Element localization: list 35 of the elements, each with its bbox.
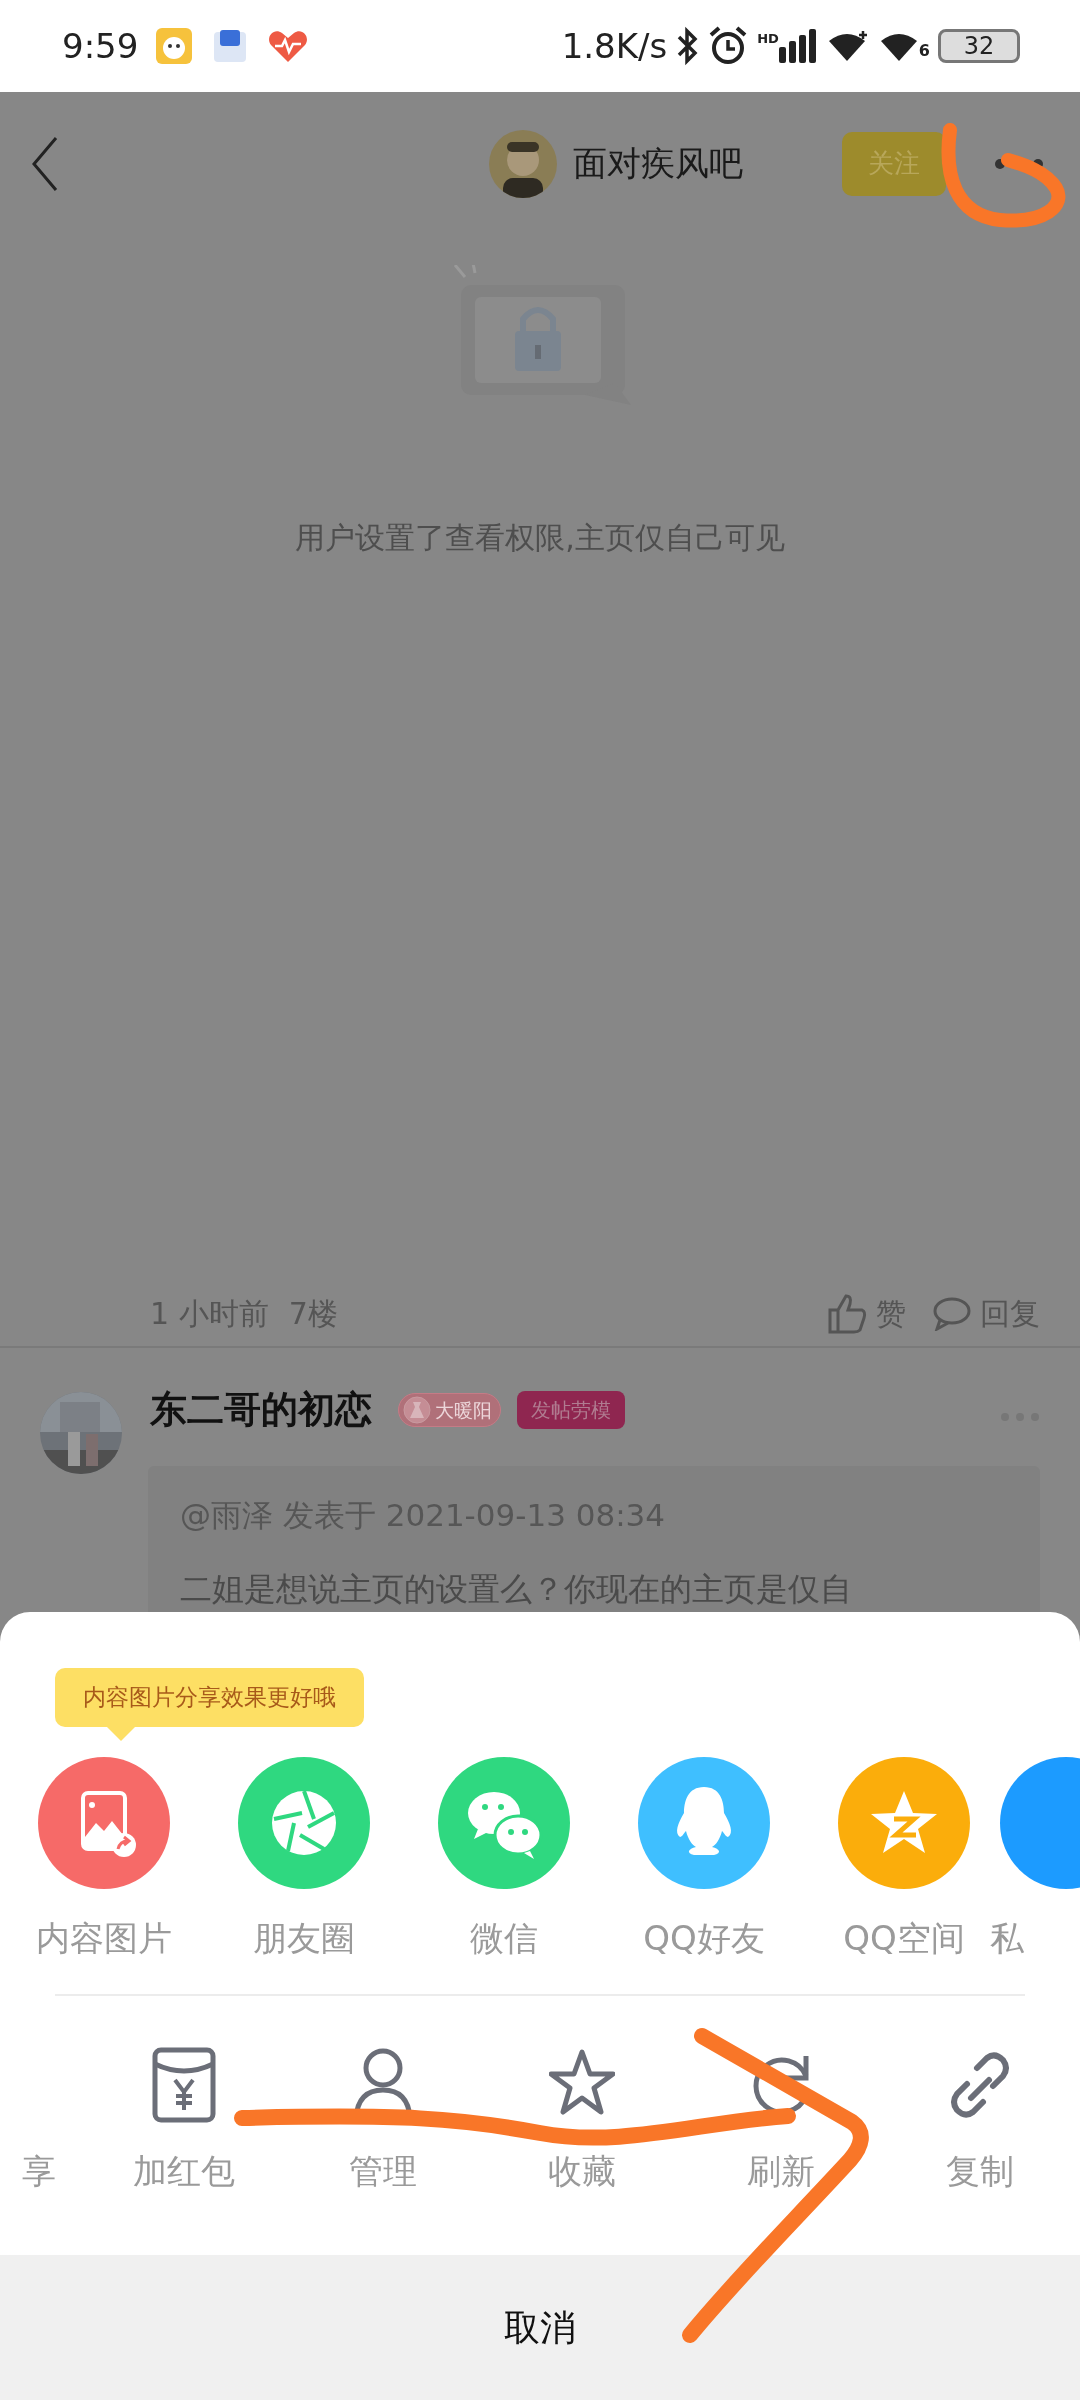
- share-target-label[interactable]: QQ空间: [843, 1912, 965, 1964]
- share-target-label[interactable]: 私: [990, 1912, 1024, 1964]
- share-target-label[interactable]: QQ好友: [643, 1912, 765, 1964]
- thumbs-up-icon: [826, 1292, 868, 1334]
- app-icon: [154, 26, 195, 66]
- bluetooth-icon: [675, 26, 700, 66]
- more-icon[interactable]: [994, 157, 1044, 170]
- action-label[interactable]: 管理: [348, 2145, 417, 2197]
- permission-notice: 用户设置了查看权限,主页仅自己可见: [294, 519, 786, 557]
- dress-icon: [403, 1395, 431, 1424]
- share-target-label[interactable]: 内容图片: [36, 1912, 172, 1964]
- cancel-button[interactable]: 取消: [0, 2255, 1080, 2400]
- image-share-icon[interactable]: [38, 1756, 170, 1889]
- status-time: 9:59: [62, 24, 139, 68]
- badge-label: 大暖阳: [435, 1397, 492, 1423]
- battery-indicator: 32: [938, 29, 1020, 63]
- action-label[interactable]: 享: [22, 2145, 56, 2197]
- signal-icon: [778, 29, 819, 63]
- user-name: 面对疾风吧: [573, 142, 743, 185]
- network-speed: 1.8K/s: [561, 24, 668, 68]
- tooltip: 内容图片分享效果更好哦: [55, 1668, 364, 1727]
- action-label[interactable]: 加红包: [132, 2145, 235, 2197]
- share-target-label[interactable]: 微信: [470, 1912, 538, 1964]
- comment-icon: [932, 1295, 972, 1331]
- title-badge: 发帖劳模: [517, 1390, 625, 1429]
- signal-label: HD: [757, 30, 779, 48]
- author-name: 东二哥的初恋: [150, 1387, 372, 1433]
- back-icon[interactable]: [30, 135, 60, 192]
- action-label[interactable]: 刷新: [746, 2145, 815, 2197]
- tooltip-pointer: [107, 1726, 135, 1741]
- envelope-icon[interactable]: [150, 2045, 217, 2124]
- share-target-label[interactable]: 朋友圈: [253, 1912, 355, 1964]
- action-label[interactable]: 复制: [945, 2145, 1014, 2197]
- action-label[interactable]: 收藏: [547, 2145, 616, 2197]
- wifi-label: 6: [918, 40, 930, 62]
